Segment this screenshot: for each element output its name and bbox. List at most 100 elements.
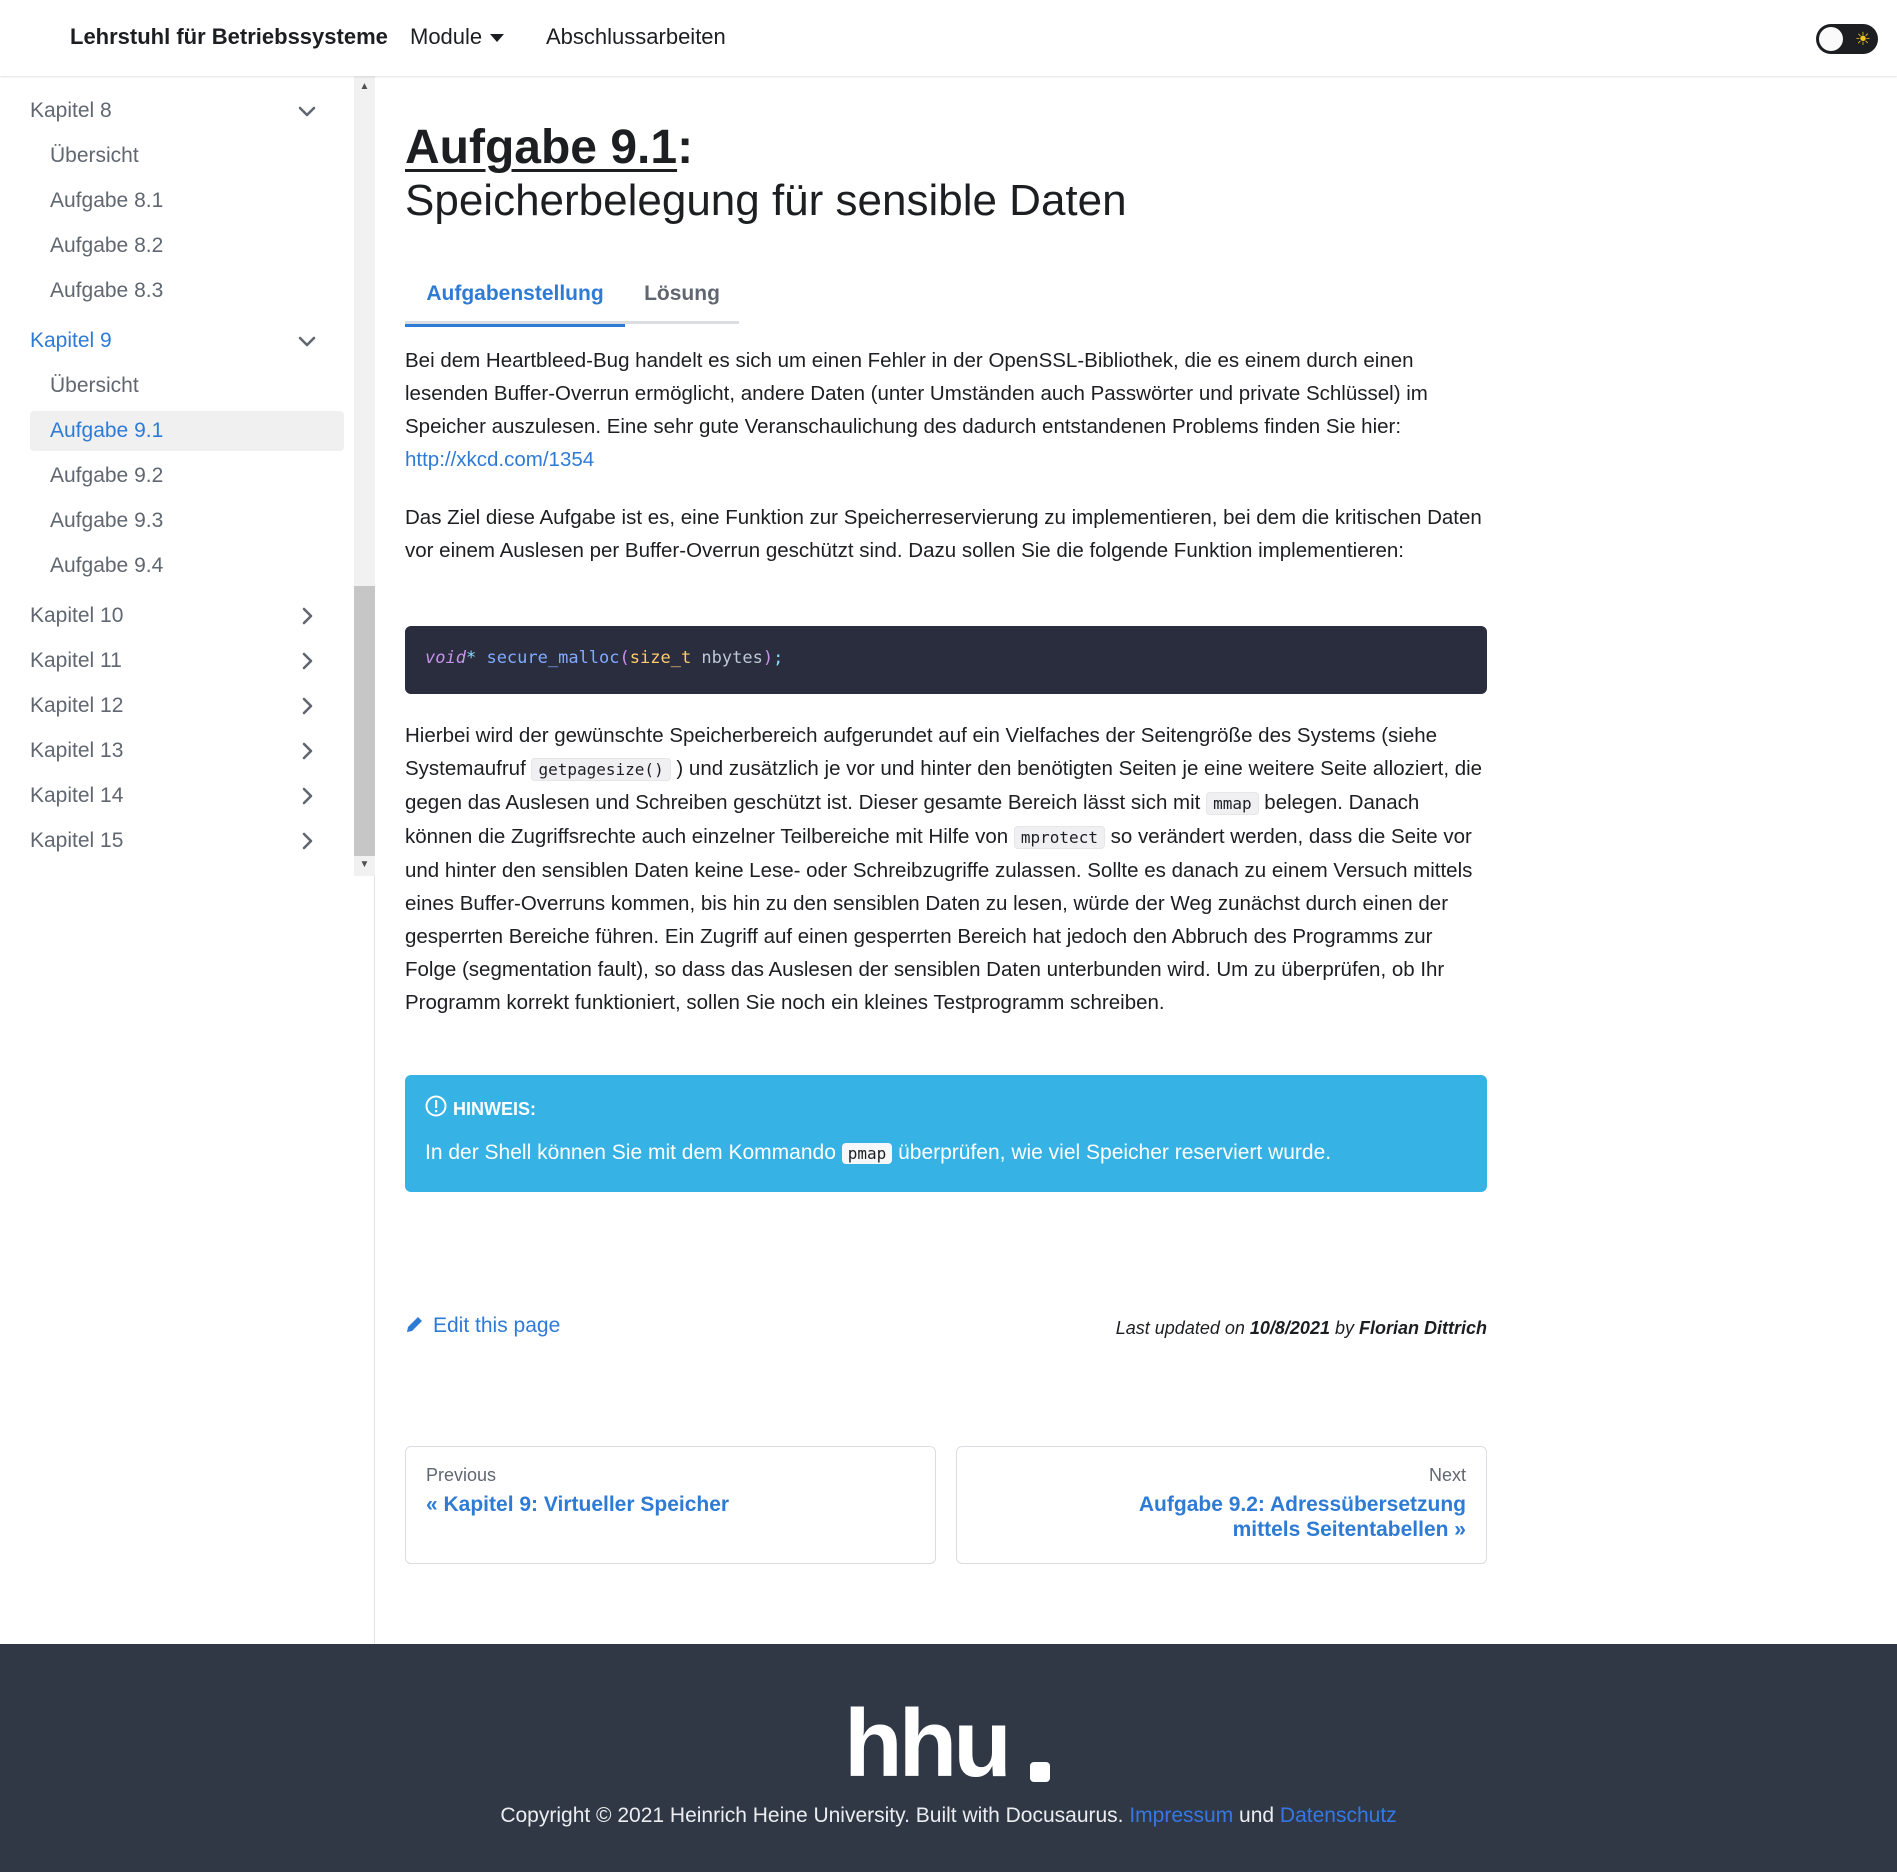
hint-title: HINWEIS: [453,1099,536,1119]
paragraph-intro: Bei dem Heartbleed-Bug handelt es sich u… [405,344,1487,476]
sidebar-item-kapitel-12[interactable]: Kapitel 12 [30,686,344,726]
title-number-link[interactable]: Aufgabe 9.1 [405,121,677,174]
chevron-right-icon[interactable] [292,821,322,861]
caret-down-icon [490,34,505,43]
footer-und: und [1233,1804,1280,1827]
toggle-knob [1819,27,1843,51]
sidebar-item-label: Kapitel 8 [30,99,112,122]
scrollbar-thumb[interactable] [354,586,375,856]
edit-this-page-label: Edit this page [433,1314,561,1337]
sidebar-item-label: Kapitel 11 [30,649,122,672]
hint-heading: HINWEIS: [425,1095,1467,1123]
paragraph-intro-text: Bei dem Heartbleed-Bug handelt es sich u… [405,349,1428,438]
sidebar-item-kapitel-8[interactable]: Kapitel 8 [30,91,344,131]
hint-admonition: HINWEIS: In der Shell können Sie mit dem… [405,1075,1487,1192]
chevron-right-icon[interactable] [292,731,322,771]
sidebar-item-aufgabe-9-2[interactable]: Aufgabe 9.2 [30,456,344,496]
last-updated-author: Florian Dittrich [1358,1318,1487,1338]
last-updated-prefix: Last updated on [1115,1318,1250,1338]
pager-previous-title: « Kapitel 9: Virtueller Speicher [426,1493,730,1516]
chevron-right-icon[interactable] [292,596,322,636]
sidebar-item-kapitel-14[interactable]: Kapitel 14 [30,776,344,816]
last-updated-date: 10/8/2021 [1249,1318,1330,1338]
sidebar-item-label: Kapitel 14 [30,784,124,807]
code-block: void* secure_malloc(size_t nbytes); [405,626,1487,694]
chevron-right-icon[interactable] [292,776,322,816]
sidebar-item-aufgabe-9-1[interactable]: Aufgabe 9.1 [30,411,344,451]
sidebar-item-kapitel-11[interactable]: Kapitel 11 [30,641,344,681]
pager-next[interactable]: Next Aufgabe 9.2: Adressübersetzung mitt… [956,1446,1487,1564]
nav-abschlussarbeiten[interactable]: Abschlussarbeiten [546,24,726,50]
inline-code-mprotect: mprotect [1013,826,1105,849]
code-token-paren-close: ) [762,648,774,668]
footer-copyright-text: Copyright © 2021 Heinrich Heine Universi… [500,1804,1130,1827]
chevron-down-icon[interactable] [292,91,322,131]
paragraph-details: Hierbei wird der gewünschte Speicherbere… [405,719,1487,1019]
nav-module-dropdown[interactable]: Module [410,24,505,50]
info-circle-icon [425,1095,447,1125]
dark-mode-toggle[interactable]: ☀ [1816,24,1878,54]
sun-icon: ☀ [1854,29,1872,49]
chevron-right-icon[interactable] [292,641,322,681]
scroll-down-arrow-icon[interactable]: ▼ [358,858,371,871]
footer-datenschutz-link[interactable]: Datenschutz [1280,1804,1397,1827]
hint-text-b: überprüfen, wie viel Speicher reserviert… [892,1141,1332,1164]
edit-this-page-link[interactable]: Edit this page [405,1314,560,1338]
title-colon: : [677,121,694,174]
sidebar-item-kapitel-15[interactable]: Kapitel 15 [30,821,344,861]
footer-impressum-link[interactable]: Impressum [1129,1804,1233,1827]
docs-sidebar: Kapitel 8 Übersicht Aufgabe 8.1 Aufgabe … [0,76,375,1644]
code-token-paren-open: ( [619,648,630,668]
inline-code-getpagesize: getpagesize() [531,758,671,781]
sidebar-item-label: Kapitel 13 [30,739,124,762]
paragraph-details-text-d: so verändert werden, dass die Seite vor … [405,825,1473,1014]
code-token-function: secure_malloc [486,648,620,668]
hint-body: In der Shell können Sie mit dem Kommando… [425,1135,1467,1172]
sidebar-item-aufgabe-9-3[interactable]: Aufgabe 9.3 [30,501,344,541]
pager-previous-sub: Previous [426,1465,497,1485]
sidebar-item-label: Kapitel 10 [30,604,124,627]
tab-bar: Aufgabenstellung Lösung [405,266,739,327]
footer-copyright: Copyright © 2021 Heinrich Heine Universi… [0,1804,1897,1828]
sidebar-item-uebersicht-8[interactable]: Übersicht [30,136,344,176]
page-subtitle: Speicherbelegung für sensible Daten [405,176,1127,225]
inline-code-mmap: mmap [1206,792,1259,815]
sidebar-item-aufgabe-8-1[interactable]: Aufgabe 8.1 [30,181,344,221]
last-updated: Last updated on 10/8/2021 by Florian Dit… [1116,1318,1487,1339]
sidebar-item-kapitel-10[interactable]: Kapitel 10 [30,596,344,636]
sidebar-item-label: Kapitel 15 [30,829,124,852]
code-token-semicolon: ; [773,648,784,668]
scroll-up-arrow-icon[interactable]: ▲ [358,80,371,93]
hint-text-a: In der Shell können Sie mit dem Kommando [425,1141,842,1164]
svg-text:hhu: hhu [844,1704,1008,1794]
code-token-arg: nbytes [691,648,763,668]
chevron-right-icon[interactable] [292,686,322,726]
inline-code-pmap: pmap [841,1143,893,1164]
site-brand[interactable]: Lehrstuhl für Betriebssysteme [70,24,388,50]
pager-next-title: Aufgabe 9.2: Adressübersetzung mittels S… [1138,1493,1466,1541]
sidebar-item-aufgabe-8-3[interactable]: Aufgabe 8.3 [30,271,344,311]
sidebar-scrollbar[interactable]: ▲ ▼ [354,76,375,876]
site-footer: hhu Copyright © 2021 Heinrich Heine Univ… [0,1644,1897,1872]
top-navbar: Lehrstuhl für Betriebssysteme Module Abs… [0,0,1897,76]
tab-loesung[interactable]: Lösung [625,266,739,324]
sidebar-item-kapitel-13[interactable]: Kapitel 13 [30,731,344,771]
chevron-down-icon[interactable] [292,321,322,361]
sidebar-item-label: Kapitel 9 [30,329,112,352]
sidebar-item-kapitel-9[interactable]: Kapitel 9 [30,321,344,361]
pager-next-sub: Next [1428,1465,1466,1485]
paragraph-goal: Das Ziel diese Aufgabe ist es, eine Funk… [405,506,1482,562]
pager-previous[interactable]: Previous « Kapitel 9: Virtueller Speiche… [405,1446,936,1564]
code-token-void: void [425,648,466,668]
code-token-star: * [465,648,477,668]
sidebar-item-label: Kapitel 12 [30,694,124,717]
tab-aufgabenstellung[interactable]: Aufgabenstellung [405,266,625,327]
xkcd-link[interactable]: http://xkcd.com/1354 [405,448,594,471]
code-token-type: size_t [629,648,692,668]
page-title: Aufgabe 9.1: [405,120,693,175]
sidebar-item-aufgabe-9-4[interactable]: Aufgabe 9.4 [30,546,344,586]
nav-module-label: Module [410,24,483,49]
sidebar-item-aufgabe-8-2[interactable]: Aufgabe 8.2 [30,226,344,266]
hhu-logo[interactable]: hhu [844,1690,1054,1797]
sidebar-item-uebersicht-9[interactable]: Übersicht [30,366,344,406]
